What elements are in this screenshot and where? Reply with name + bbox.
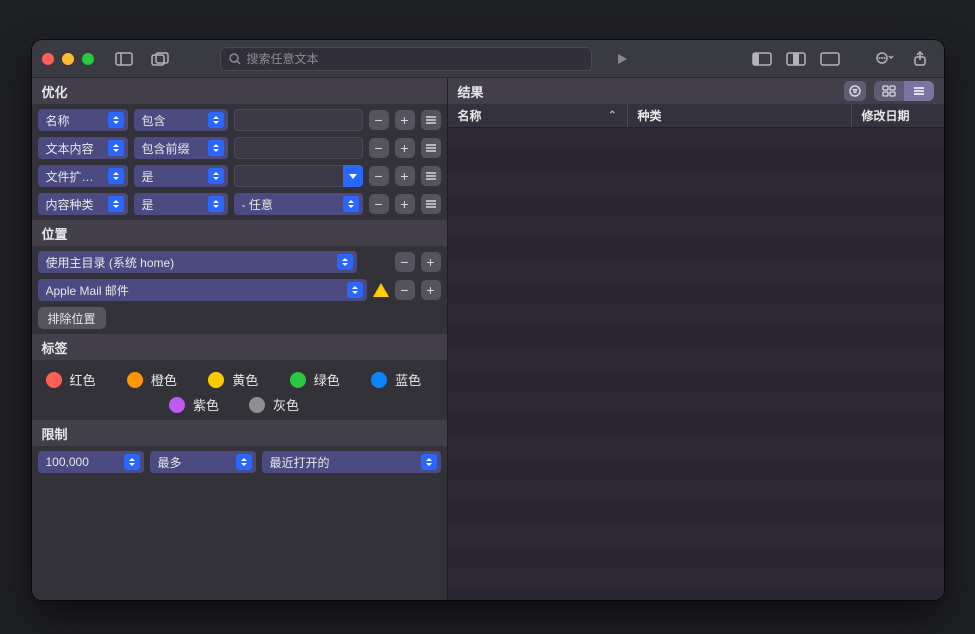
results-header: 结果 [448,78,944,104]
criteria-row: 文本内容 包含前缀 − + [38,137,441,159]
tag-purple[interactable]: 紫色 [159,395,239,414]
tag-swatch-icon [169,397,185,413]
criteria-row: 内容种类 是 - 任意 − + [38,193,441,215]
remove-row-button[interactable]: − [369,166,389,186]
location-rows: 使用主目录 (系统 home) − + Apple Mail 邮件 − + [32,246,447,334]
tags-row-1: 红色 橙色 黄色 绿色 蓝色 [32,360,447,395]
results-list[interactable] [448,128,944,600]
tag-gray[interactable]: 灰色 [239,395,319,414]
tag-swatch-icon [127,372,143,388]
remove-location-button[interactable]: − [395,252,415,272]
view-grid-button[interactable] [874,81,904,101]
operator-popup[interactable]: 包含 [134,109,228,131]
tag-swatch-icon [46,372,62,388]
limit-count-popup[interactable]: 100,000 [38,451,144,473]
tags-row-2: 紫色 灰色 [32,395,447,420]
view-list-button[interactable] [904,81,934,101]
column-name[interactable]: 名称 ⌃ [448,104,628,127]
limit-row: 100,000 最多 最近打开的 [38,451,441,473]
tag-red[interactable]: 红色 [36,370,117,389]
tag-blue[interactable]: 蓝色 [361,370,442,389]
search-placeholder: 搜索任意文本 [247,50,319,67]
exclude-locations-button[interactable]: 排除位置 [38,307,106,329]
tags-header: 标签 [32,334,447,360]
combo-dropdown-icon[interactable] [343,165,363,187]
toggle-sidebar-button[interactable] [110,48,138,70]
results-view-switch [874,81,934,101]
tag-swatch-icon [290,372,306,388]
limit-by-popup[interactable]: 最近打开的 [262,451,441,473]
criteria-row: 名称 包含 − + [38,109,441,131]
value-text-field[interactable] [234,109,363,131]
remove-row-button[interactable]: − [369,138,389,158]
more-menu-button[interactable] [870,48,898,70]
location-row: 使用主目录 (系统 home) − + [38,251,441,273]
column-modified[interactable]: 修改日期 [852,104,944,127]
limit-kind-popup[interactable]: 最多 [150,451,256,473]
attribute-popup[interactable]: 内容种类 [38,193,128,215]
criteria-rows: 名称 包含 − + [32,104,447,220]
zoom-window-button[interactable] [82,53,94,65]
row-options-button[interactable] [421,138,441,158]
add-location-button[interactable]: + [421,280,441,300]
location-header: 位置 [32,220,447,246]
value-popup[interactable]: - 任意 [234,193,363,215]
remove-row-button[interactable]: − [369,194,389,214]
layout-mode-group [748,48,844,70]
app-window: 搜索任意文本 [32,40,944,600]
add-row-button[interactable]: + [395,110,415,130]
results-panel: 结果 名称 ⌃ [448,78,944,600]
tag-swatch-icon [208,372,224,388]
results-columns: 名称 ⌃ 种类 修改日期 [448,104,944,128]
layout-left-button[interactable] [748,48,776,70]
column-kind[interactable]: 种类 [628,104,852,127]
layout-center-button[interactable] [782,48,810,70]
value-text-field[interactable] [234,137,363,159]
tag-swatch-icon [371,372,387,388]
window-controls [42,53,94,65]
toolbar: 搜索任意文本 [32,40,944,78]
add-row-button[interactable]: + [395,194,415,214]
close-window-button[interactable] [42,53,54,65]
add-row-button[interactable]: + [395,166,415,186]
attribute-popup[interactable]: 文本内容 [38,137,128,159]
location-row: Apple Mail 邮件 − + [38,279,441,301]
limit-header: 限制 [32,420,447,446]
location-popup[interactable]: Apple Mail 邮件 [38,279,367,301]
minimize-window-button[interactable] [62,53,74,65]
refine-sidebar: 优化 名称 包含 − + [32,78,448,600]
row-options-button[interactable] [421,110,441,130]
add-location-button[interactable]: + [421,252,441,272]
operator-popup[interactable]: 是 [134,165,228,187]
value-combo[interactable] [234,165,363,187]
refine-header: 优化 [32,78,447,104]
warning-icon [373,283,389,297]
operator-popup[interactable]: 是 [134,193,228,215]
tag-orange[interactable]: 橙色 [117,370,198,389]
search-field[interactable]: 搜索任意文本 [220,47,592,71]
remove-location-button[interactable]: − [395,280,415,300]
remove-row-button[interactable]: − [369,110,389,130]
tag-swatch-icon [249,397,265,413]
add-row-button[interactable]: + [395,138,415,158]
row-options-button[interactable] [421,194,441,214]
attribute-popup[interactable]: 文件扩展名 [38,165,128,187]
limit-row-container: 100,000 最多 最近打开的 [32,446,447,478]
results-filter-button[interactable] [844,81,866,101]
sidebar-fill [32,478,447,600]
location-popup[interactable]: 使用主目录 (系统 home) [38,251,357,273]
run-search-button[interactable] [608,48,636,70]
share-button[interactable] [906,48,934,70]
layout-full-button[interactable] [816,48,844,70]
sort-ascending-icon: ⌃ [608,110,616,121]
windows-button[interactable] [146,48,174,70]
row-options-button[interactable] [421,166,441,186]
tag-green[interactable]: 绿色 [280,370,361,389]
attribute-popup[interactable]: 名称 [38,109,128,131]
criteria-row: 文件扩展名 是 − + [38,165,441,187]
operator-popup[interactable]: 包含前缀 [134,137,228,159]
tag-yellow[interactable]: 黄色 [198,370,279,389]
